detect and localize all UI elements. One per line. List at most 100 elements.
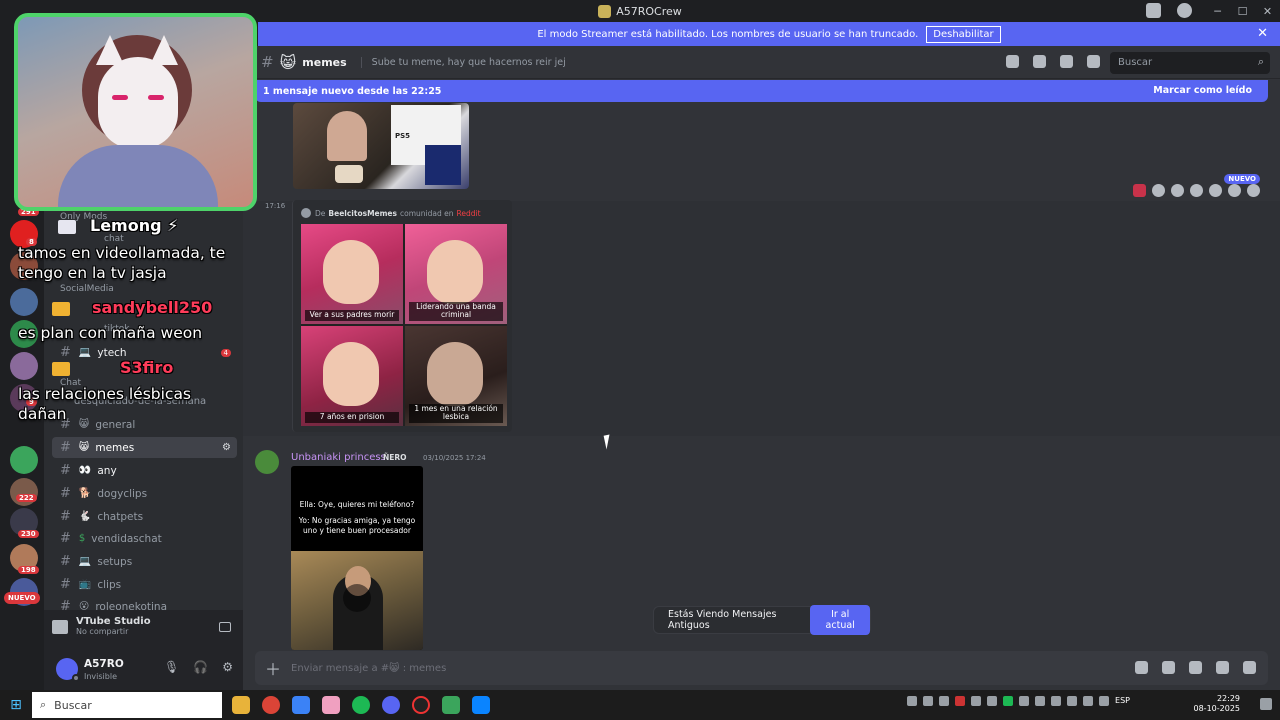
- jump-to-present-button[interactable]: Ir al actual: [810, 605, 870, 635]
- channel-any[interactable]: # 👀 any: [52, 460, 237, 481]
- pin-icon[interactable]: [1060, 55, 1073, 68]
- app-icon[interactable]: [322, 696, 340, 714]
- category-label[interactable]: SocialMedia: [60, 284, 114, 294]
- user-name[interactable]: A57RO: [84, 658, 124, 670]
- video-attachment[interactable]: Ella: Oye, quieres mi teléfono? Yo: No g…: [291, 466, 423, 650]
- notification-icon[interactable]: [1260, 698, 1272, 710]
- hash-icon: #: [60, 486, 71, 501]
- discord-icon[interactable]: [382, 696, 400, 714]
- message-composer[interactable]: ＋ Enviar mensaje a #😸 : memes: [255, 651, 1268, 685]
- gear-icon[interactable]: ⚙: [222, 660, 233, 674]
- add-reaction-icon[interactable]: [1190, 184, 1203, 197]
- cat-emoji-icon: 😸: [78, 442, 90, 453]
- avatar[interactable]: [255, 450, 279, 474]
- sticker-icon[interactable]: [1189, 661, 1202, 674]
- mark-read-button[interactable]: Marcar como leído: [1153, 85, 1252, 96]
- members-icon[interactable]: [1087, 55, 1100, 68]
- windows-start-icon[interactable]: ⊞: [0, 697, 32, 713]
- plus-icon[interactable]: ＋: [255, 656, 291, 680]
- tray-icon[interactable]: [1067, 696, 1078, 706]
- forward-icon[interactable]: [1228, 184, 1241, 197]
- emoji-icon[interactable]: [1216, 661, 1229, 674]
- window-title: A57ROCrew: [616, 4, 682, 18]
- volume-icon[interactable]: [1099, 696, 1110, 706]
- server-icon[interactable]: [10, 288, 38, 316]
- bell-icon[interactable]: [1033, 55, 1046, 68]
- tray-icon[interactable]: [1019, 696, 1030, 706]
- chrome-icon[interactable]: [262, 696, 280, 714]
- disable-streamer-button[interactable]: Deshabilitar: [926, 25, 1001, 43]
- channel-partial[interactable]: chat: [104, 234, 124, 244]
- chat-username: S3firo: [120, 358, 174, 377]
- search-input[interactable]: Buscar ⌕: [1110, 52, 1270, 74]
- threads-icon[interactable]: [1006, 55, 1019, 68]
- laptop-icon: 💻: [78, 347, 92, 358]
- message-image[interactable]: PS5: [293, 103, 469, 189]
- gift-icon[interactable]: [1135, 661, 1148, 674]
- hash-icon: #: [60, 345, 71, 360]
- close-icon[interactable]: ✕: [1257, 26, 1268, 41]
- help-icon[interactable]: [1177, 3, 1192, 18]
- channel-topic[interactable]: Sube tu meme, hay que hacernos reir jej: [360, 56, 566, 68]
- channel-settings-icon[interactable]: ⚙: [222, 442, 231, 453]
- chat-username: sandybell250: [92, 298, 213, 317]
- minimize-button[interactable]: ─: [1205, 0, 1230, 22]
- tray-icon[interactable]: [1003, 696, 1014, 706]
- headphones-icon[interactable]: 🎧: [193, 660, 208, 674]
- channel-setups[interactable]: # 💻 setups: [52, 551, 237, 572]
- tray-icon[interactable]: [923, 696, 934, 706]
- app-icon[interactable]: [442, 696, 460, 714]
- tray-icon[interactable]: [907, 696, 918, 706]
- reaction-icon[interactable]: [1133, 184, 1146, 197]
- tray-icon[interactable]: [939, 696, 950, 706]
- photo-box: [425, 145, 461, 185]
- reaction-icon[interactable]: [1152, 184, 1165, 197]
- reply-icon[interactable]: [1209, 184, 1222, 197]
- screen-share-icon[interactable]: [219, 622, 231, 632]
- tray-icon[interactable]: [1051, 696, 1062, 706]
- channel-memes[interactable]: # 😸 memes ⚙: [52, 437, 237, 458]
- clock[interactable]: 22:29 08-10-2025: [1194, 694, 1241, 715]
- tray-icon[interactable]: [971, 696, 982, 706]
- tray-icon[interactable]: [987, 696, 998, 706]
- avatar-mask: [98, 57, 178, 149]
- microphone-icon[interactable]: 🎙: [164, 660, 179, 674]
- meme-grid[interactable]: Ver a sus padres morir Liderando una ban…: [301, 224, 507, 426]
- play-icon[interactable]: [343, 584, 371, 612]
- clock-time: 22:29: [1216, 694, 1240, 703]
- spotify-icon[interactable]: [352, 696, 370, 714]
- tray-icon[interactable]: [1035, 696, 1046, 706]
- channel-clips[interactable]: # 📺 clips: [52, 574, 237, 595]
- old-messages-text: Estás Viendo Mensajes Antiguos: [668, 609, 777, 631]
- file-explorer-icon[interactable]: [232, 696, 250, 714]
- embed-site[interactable]: Reddit: [456, 209, 480, 218]
- more-icon[interactable]: [1247, 184, 1260, 197]
- channel-chatpets[interactable]: # 🐇 chatpets: [52, 506, 237, 527]
- app-grid-icon[interactable]: [472, 696, 490, 714]
- language-indicator[interactable]: ESP: [1115, 696, 1130, 706]
- chat-message: es plan con maña weon: [18, 324, 203, 342]
- inbox-icon[interactable]: [1146, 3, 1161, 18]
- channel-vendidaschat[interactable]: # $ vendidaschat: [52, 528, 237, 549]
- close-window-button[interactable]: ✕: [1255, 0, 1280, 22]
- reddit-embed[interactable]: De BeelcitosMemes comunidad en Reddit Ve…: [292, 200, 512, 432]
- taskbar-search[interactable]: ⌕ Buscar: [32, 692, 222, 718]
- message-author[interactable]: Unbaniaki princess: [291, 452, 386, 463]
- channel-dogyclips[interactable]: # 🐕 dogyclips: [52, 483, 237, 504]
- reaction-icon[interactable]: [1171, 184, 1184, 197]
- tray-icon[interactable]: [955, 696, 966, 706]
- obs-icon[interactable]: [412, 696, 430, 714]
- message-input[interactable]: Enviar mensaje a #😸 : memes: [291, 663, 446, 674]
- channel-general[interactable]: # 😸 general: [52, 414, 237, 435]
- server-icon[interactable]: [10, 352, 38, 380]
- app-icon[interactable]: [292, 696, 310, 714]
- wifi-icon[interactable]: [1083, 696, 1094, 706]
- crown-icon: [52, 302, 70, 316]
- server-icon[interactable]: [10, 446, 38, 474]
- gif-icon[interactable]: [1162, 661, 1175, 674]
- embed-author[interactable]: BeelcitosMemes: [328, 209, 397, 218]
- maximize-button[interactable]: ☐: [1230, 0, 1255, 22]
- taskbar-search-label: Buscar: [54, 698, 92, 712]
- new-messages-bar[interactable]: 1 mensaje nuevo desde las 22:25 Marcar c…: [255, 80, 1268, 102]
- activities-icon[interactable]: [1243, 661, 1256, 674]
